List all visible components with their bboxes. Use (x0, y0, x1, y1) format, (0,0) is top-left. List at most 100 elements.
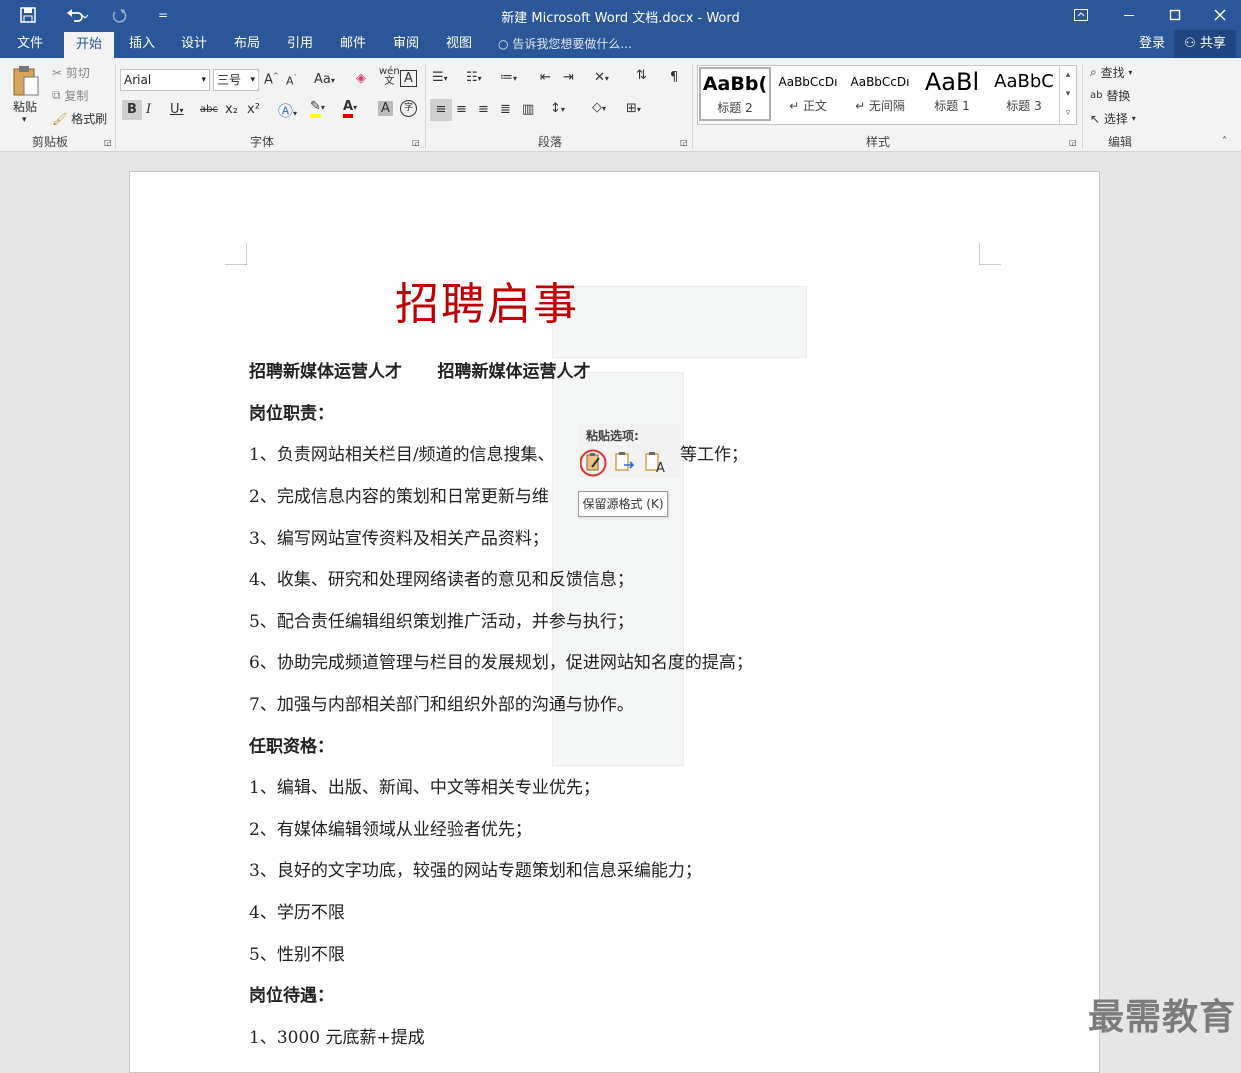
font-name-box[interactable]: Arial ▾ (120, 69, 210, 91)
clipboard-group-label: 剪贴板 (31, 135, 68, 149)
select-button[interactable]: ↖ 选择 ▾ (1090, 110, 1136, 127)
format-painter-button[interactable]: 🖌 格式刷 (52, 110, 107, 127)
change-case-icon[interactable]: Aa▾ (314, 72, 335, 87)
align-right-icon[interactable]: ≡ (478, 102, 489, 117)
paste-icon[interactable] (12, 64, 42, 100)
tab-insert[interactable]: 插入 (120, 30, 164, 58)
merge-formatting-icon[interactable] (612, 449, 638, 475)
tab-references[interactable]: 引用 (278, 30, 322, 58)
style-heading-2[interactable]: AaBb( 标题 2 (699, 67, 771, 121)
phonetic-guide-icon[interactable]: wén 文 (379, 67, 400, 87)
styles-launcher-icon[interactable]: ◲ (1069, 138, 1077, 147)
justify-icon[interactable]: ≣ (500, 102, 511, 117)
grow-font-icon[interactable]: A^ (264, 72, 279, 87)
ribbon-display-options-icon[interactable] (1068, 0, 1094, 30)
distributed-icon[interactable]: ▥ (522, 102, 534, 117)
line-spacing-icon[interactable]: ↕▾ (550, 101, 565, 116)
divider (1082, 64, 1083, 149)
scissors-icon: ✂ (52, 65, 63, 80)
bold-button[interactable]: B (122, 100, 142, 120)
tell-me-box[interactable]: ○ 告诉我您想要做什么... (498, 30, 648, 58)
paste-tooltip: 保留源格式 (K) (578, 491, 668, 517)
subscript-button[interactable]: x₂ (225, 102, 238, 117)
tab-review[interactable]: 审阅 (384, 30, 428, 58)
copy-icon: ⧉ (52, 88, 61, 102)
text-effects-icon[interactable]: Ⓐ▾ (278, 100, 297, 121)
tab-home[interactable]: 开始 (64, 32, 114, 58)
minimize-icon[interactable] (1116, 0, 1142, 30)
document-title: 招聘启事 (395, 279, 579, 330)
maximize-icon[interactable] (1162, 0, 1188, 30)
styles-scroll[interactable]: ▴ ▾ ▿ (1059, 66, 1076, 124)
chinese-layout-icon[interactable]: ✕▾ (594, 70, 609, 85)
borders-icon[interactable]: ⊞▾ (626, 101, 641, 116)
close-icon[interactable] (1207, 0, 1233, 30)
bullets-icon[interactable]: ☰▾ (432, 70, 448, 85)
cut-button[interactable]: ✂ 剪切 (52, 64, 90, 81)
multilevel-list-icon[interactable]: ≔▾ (500, 70, 517, 85)
chevron-down-icon[interactable]: ▾ (201, 70, 206, 90)
show-marks-icon[interactable]: ¶ (670, 70, 678, 85)
superscript-button[interactable]: x² (247, 102, 260, 117)
style-no-spacing[interactable]: AaBbCcDı ↵ 无间隔 (844, 67, 916, 121)
replace-button[interactable]: ab 替换 (1090, 87, 1130, 104)
font-size-box[interactable]: 三号 ▾ (213, 69, 259, 91)
paste-options-label: 粘贴选项: (586, 429, 639, 443)
underline-button[interactable]: U▾ (170, 102, 184, 117)
strikethrough-button[interactable]: abc (200, 104, 218, 115)
tab-file[interactable]: 文件 (6, 30, 54, 58)
keep-source-formatting-icon[interactable] (579, 449, 607, 477)
duty-item: 5、配合责任编辑组织策划推广活动，并参与执行； (249, 612, 634, 632)
character-shading-icon[interactable]: A (378, 101, 393, 116)
align-left-icon[interactable]: ≡ (430, 99, 452, 121)
clipboard-launcher-icon[interactable]: ◲ (104, 138, 112, 147)
styles-gallery[interactable]: AaBb( 标题 2 AaBbCcDı ↵ 正文 AaBbCcDı ↵ 无间隔 … (697, 65, 1077, 125)
qualification-item: 3、良好的文字功底，较强的网站专题策划和信息采编能力； (249, 861, 702, 881)
window-title: 新建 Microsoft Word 文档.docx - Word (501, 11, 740, 26)
chevron-down-icon[interactable]: ▾ (250, 70, 255, 90)
brush-icon: 🖌 (52, 111, 68, 126)
find-button[interactable]: ⌕ 查找 ▾ (1090, 64, 1132, 81)
keep-text-only-icon[interactable]: A (643, 449, 669, 476)
style-normal[interactable]: AaBbCcDı ↵ 正文 (772, 67, 844, 121)
paste-button-label[interactable]: 粘贴 (13, 98, 37, 115)
style-heading-1[interactable]: AaBl 标题 1 (916, 67, 988, 121)
duty-item: 7、加强与内部相关部门和组织外部的沟通与协作。 (249, 695, 634, 715)
character-border-icon[interactable]: A (400, 70, 417, 87)
share-button[interactable]: ⚇ 共享 (1174, 30, 1236, 58)
paste-dropdown-icon[interactable]: ▾ (22, 115, 27, 125)
divider (692, 64, 693, 149)
enclose-characters-icon[interactable]: 字 (400, 100, 417, 117)
font-color-icon[interactable]: A▾ (343, 99, 357, 118)
qualification-item: 2、有媒体编辑领域从业经验者优先； (249, 820, 532, 840)
collapse-ribbon-icon[interactable]: ˄ (1222, 136, 1227, 147)
watermark-text: 最需教育 (1088, 997, 1237, 1038)
shading-icon[interactable]: ◇▾ (592, 100, 606, 115)
search-icon: ⌕ (1090, 65, 1097, 79)
italic-button[interactable]: I (146, 102, 151, 117)
tab-design[interactable]: 设计 (172, 30, 216, 58)
editing-group-label: 编辑 (1107, 135, 1132, 149)
replace-icon: ab (1090, 90, 1103, 101)
copy-button[interactable]: ⧉ 复制 (52, 87, 88, 104)
title-bar: = 新建 Microsoft Word 文档.docx - Word (0, 0, 1241, 30)
align-center-icon[interactable]: ≡ (456, 102, 467, 117)
tab-mailings[interactable]: 邮件 (331, 30, 375, 58)
highlight-color-icon[interactable]: ✎▾ (310, 99, 325, 118)
divider (115, 64, 116, 149)
style-heading-3[interactable]: AaBbC 标题 3 (988, 67, 1060, 121)
numbering-icon[interactable]: ☷▾ (466, 70, 482, 85)
shrink-font-icon[interactable]: Aˇ (286, 74, 297, 88)
font-launcher-icon[interactable]: ◲ (412, 138, 420, 147)
paragraph-launcher-icon[interactable]: ◲ (680, 138, 688, 147)
tab-view[interactable]: 视图 (437, 30, 481, 58)
duty-item: 4、收集、研究和处理网络读者的意见和反馈信息； (249, 570, 634, 590)
cursor-icon: ↖ (1090, 111, 1101, 126)
tab-layout[interactable]: 布局 (225, 30, 269, 58)
clear-formatting-icon[interactable]: ◈ (356, 71, 366, 86)
increase-indent-icon[interactable]: ⇥ (563, 70, 574, 85)
duty-item: 3、编写网站宣传资料及相关产品资料； (249, 529, 549, 549)
decrease-indent-icon[interactable]: ⇤ (540, 70, 551, 85)
sort-icon[interactable]: ⇅ (636, 68, 647, 83)
sign-in-link[interactable]: 登录 (1132, 30, 1172, 58)
